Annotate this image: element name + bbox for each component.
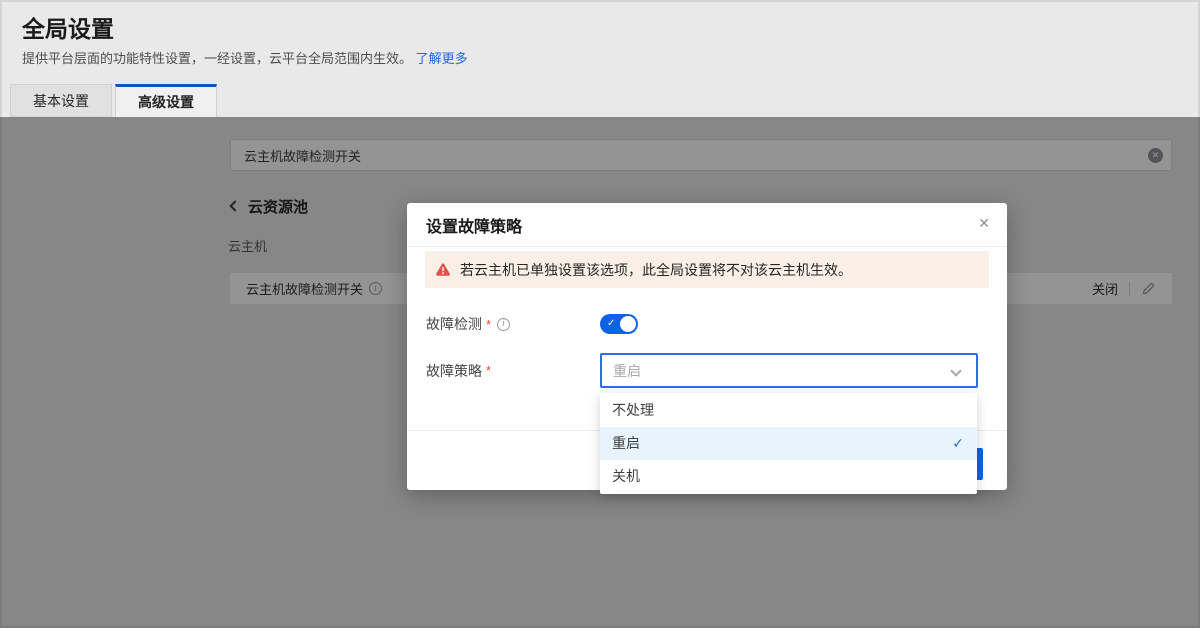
close-icon[interactable]: ✕	[978, 216, 990, 230]
dropdown-option-restart[interactable]: 重启 ✓	[600, 427, 977, 460]
field-failure-policy: 故障策略 * 重启	[426, 353, 989, 388]
warning-text: 若云主机已单独设置该选项，此全局设置将不对该云主机生效。	[460, 260, 852, 280]
select-value: 重启	[613, 361, 641, 381]
dropdown-option-shutdown[interactable]: 关机	[600, 460, 977, 493]
tab-label: 基本设置	[33, 91, 89, 111]
failure-detection-toggle[interactable]: ✓	[600, 314, 638, 334]
required-asterisk: *	[486, 363, 491, 378]
toggle-knob	[620, 316, 636, 332]
check-icon: ✓	[952, 427, 964, 460]
tab-label: 高级设置	[138, 92, 194, 112]
chevron-down-icon	[950, 365, 961, 376]
page-title: 全局设置	[22, 10, 114, 44]
failure-policy-select[interactable]: 重启	[600, 353, 978, 388]
dropdown-option-no-action[interactable]: 不处理	[600, 394, 977, 427]
warning-triangle-icon	[435, 263, 451, 277]
tab-advanced-settings[interactable]: 高级设置	[115, 84, 217, 117]
dialog-header: 设置故障策略	[407, 203, 1007, 247]
warning-banner: 若云主机已单独设置该选项，此全局设置将不对该云主机生效。	[425, 251, 989, 288]
field-label-wrap: 故障策略 *	[426, 361, 600, 381]
dialog-title: 设置故障策略	[426, 213, 522, 237]
page-subtitle: 提供平台层面的功能特性设置，一经设置，云平台全局范围内生效。 了解更多	[22, 48, 468, 67]
learn-more-link[interactable]: 了解更多	[416, 51, 468, 66]
page-subtitle-text: 提供平台层面的功能特性设置，一经设置，云平台全局范围内生效。	[22, 51, 412, 66]
field-failure-detection: 故障检测 * i ✓	[426, 311, 989, 337]
global-settings-page: 全局设置 提供平台层面的功能特性设置，一经设置，云平台全局范围内生效。 了解更多…	[0, 0, 1200, 628]
required-asterisk: *	[486, 317, 491, 332]
settings-tabs: 基本设置 高级设置	[10, 84, 217, 117]
failure-policy-dropdown: 不处理 重启 ✓ 关机	[600, 393, 977, 494]
info-icon[interactable]: i	[497, 318, 510, 331]
field-label: 故障检测	[426, 314, 482, 334]
field-label: 故障策略	[426, 361, 482, 381]
toggle-check-icon: ✓	[607, 317, 615, 331]
tab-basic-settings[interactable]: 基本设置	[10, 84, 112, 117]
field-label-wrap: 故障检测 * i	[426, 314, 600, 334]
